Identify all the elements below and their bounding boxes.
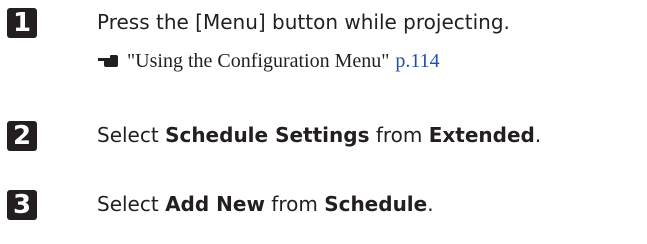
instruction-text: . <box>427 192 434 216</box>
step-instruction: Select Add New from Schedule. <box>97 191 434 217</box>
instruction-text: from <box>369 123 429 147</box>
step-instruction: Select Schedule Settings from Extended. <box>97 122 541 148</box>
pointing-hand-icon <box>97 49 119 75</box>
menu-name: Schedule <box>324 192 428 216</box>
menu-name: Extended <box>428 123 535 147</box>
instruction-text: . <box>534 123 542 147</box>
instruction-text: from <box>264 192 325 216</box>
step-number-badge: 1 <box>7 8 37 38</box>
step-instruction: Press the [Menu] button while projecting… <box>97 10 510 34</box>
instruction-text: Select <box>97 192 166 216</box>
step-number-badge: 3 <box>7 190 37 220</box>
instruction-text: Select <box>97 123 166 147</box>
page-reference-link[interactable]: p.114 <box>395 50 439 72</box>
menu-item-name: Schedule Settings <box>165 123 370 147</box>
menu-item-name: Add New <box>165 192 265 216</box>
step-number-badge: 2 <box>7 121 37 151</box>
reference-line: "Using the Configuration Menu" p.114 <box>97 48 440 75</box>
reference-title: "Using the Configuration Menu" <box>127 50 390 72</box>
